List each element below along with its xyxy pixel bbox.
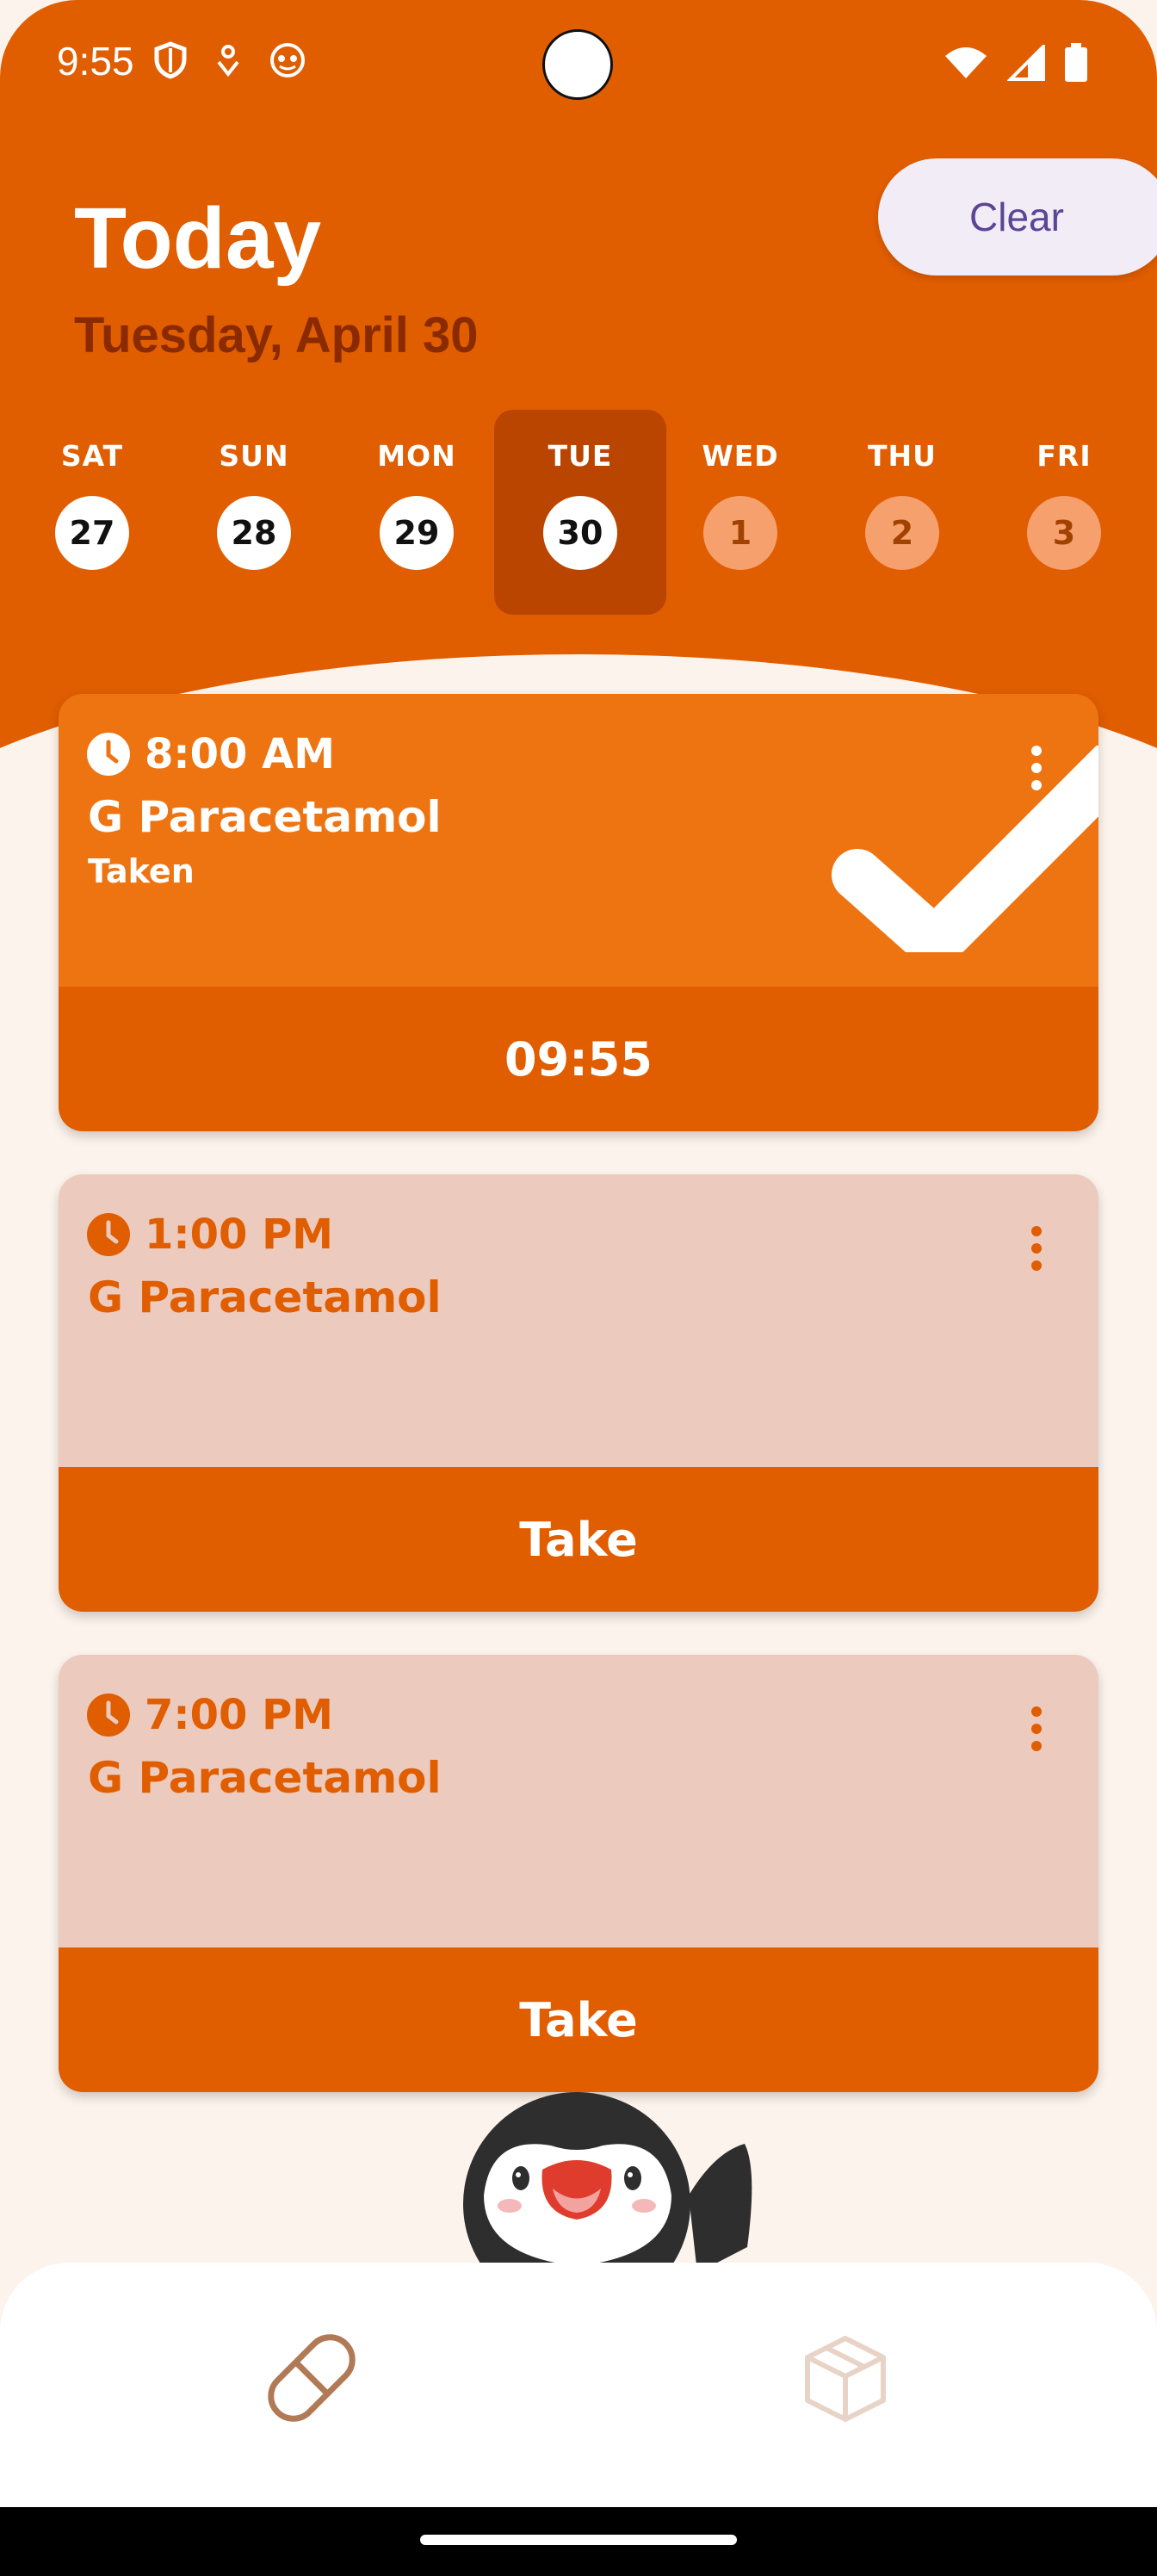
medication-name: G Paracetamol bbox=[88, 1753, 442, 1803]
app-face-icon bbox=[270, 43, 305, 77]
page-title: Today bbox=[74, 190, 322, 287]
day-number: 3 bbox=[1027, 496, 1101, 570]
wifi-icon bbox=[945, 47, 987, 78]
day-sat[interactable]: SAT 27 bbox=[6, 410, 178, 615]
home-gesture-handle[interactable] bbox=[420, 2535, 737, 2545]
day-thu[interactable]: THU 2 bbox=[816, 410, 988, 615]
battery-icon bbox=[1065, 43, 1087, 82]
dose-card-body[interactable]: 8:00 AM G Paracetamol Taken bbox=[59, 694, 1098, 987]
dose-time: 8:00 AM bbox=[145, 730, 336, 778]
day-name: SUN bbox=[219, 439, 289, 473]
day-number: 1 bbox=[703, 496, 777, 570]
day-number: 29 bbox=[380, 496, 454, 570]
day-name: MON bbox=[377, 439, 456, 473]
more-options-icon[interactable] bbox=[1028, 1703, 1045, 1755]
day-name: FRI bbox=[1036, 439, 1092, 473]
dose-status: Taken bbox=[88, 852, 195, 890]
box-icon[interactable] bbox=[785, 2318, 906, 2438]
dose-time: 1:00 PM bbox=[145, 1211, 334, 1259]
day-tue-selected[interactable]: TUE 30 bbox=[494, 410, 666, 615]
camera-cutout bbox=[542, 29, 613, 100]
status-time: 9:55 bbox=[57, 39, 134, 84]
current-date: Tuesday, April 30 bbox=[74, 307, 479, 363]
clear-button[interactable]: Clear bbox=[878, 158, 1157, 276]
status-icons-left bbox=[153, 41, 306, 79]
location-pin-icon bbox=[217, 45, 239, 77]
take-button[interactable]: Take bbox=[59, 1467, 1098, 1612]
day-number: 28 bbox=[217, 496, 291, 570]
status-icons-right bbox=[944, 43, 1088, 83]
medication-name: G Paracetamol bbox=[88, 1273, 442, 1322]
day-fri[interactable]: FRI 3 bbox=[978, 410, 1150, 615]
day-wed[interactable]: WED 1 bbox=[654, 410, 826, 615]
take-button[interactable]: Take bbox=[59, 1947, 1098, 2092]
day-number: 27 bbox=[55, 496, 129, 570]
medication-name: G Paracetamol bbox=[88, 792, 442, 842]
dose-card-pending: 7:00 PM G Paracetamol Take bbox=[59, 1655, 1098, 2092]
taken-time-button[interactable]: 09:55 bbox=[59, 987, 1098, 1131]
shield-icon bbox=[154, 41, 187, 79]
day-name: SAT bbox=[60, 439, 124, 473]
day-name: TUE bbox=[548, 439, 613, 473]
dose-time: 7:00 PM bbox=[145, 1691, 334, 1739]
pill-icon[interactable] bbox=[251, 2318, 372, 2438]
dose-card-taken: 8:00 AM G Paracetamol Taken 09:55 bbox=[59, 694, 1098, 1131]
day-name: THU bbox=[868, 439, 937, 473]
week-strip: SAT 27 SUN 28 MON 29 TUE 30 WED 1 THU 2 … bbox=[0, 410, 1157, 616]
bottom-navigation bbox=[0, 2263, 1157, 2507]
clock-icon bbox=[87, 733, 130, 776]
dose-card-pending: 1:00 PM G Paracetamol Take bbox=[59, 1174, 1098, 1612]
day-name: WED bbox=[702, 439, 779, 473]
system-gesture-bar bbox=[0, 2507, 1157, 2576]
dose-card-body[interactable]: 7:00 PM G Paracetamol bbox=[59, 1655, 1098, 1947]
taken-checkmark-icon bbox=[832, 746, 1098, 952]
dose-card-body[interactable]: 1:00 PM G Paracetamol bbox=[59, 1174, 1098, 1467]
clock-icon bbox=[87, 1694, 130, 1737]
day-mon[interactable]: MON 29 bbox=[331, 410, 503, 615]
day-sun[interactable]: SUN 28 bbox=[168, 410, 340, 615]
day-number: 30 bbox=[543, 496, 617, 570]
app-screen: 9:55 Today Tuesday, April 30 Clear SAT 2… bbox=[0, 0, 1157, 2576]
signal-icon bbox=[1007, 45, 1045, 81]
clock-icon bbox=[87, 1213, 130, 1256]
day-number: 2 bbox=[865, 496, 939, 570]
more-options-icon[interactable] bbox=[1028, 1223, 1045, 1274]
